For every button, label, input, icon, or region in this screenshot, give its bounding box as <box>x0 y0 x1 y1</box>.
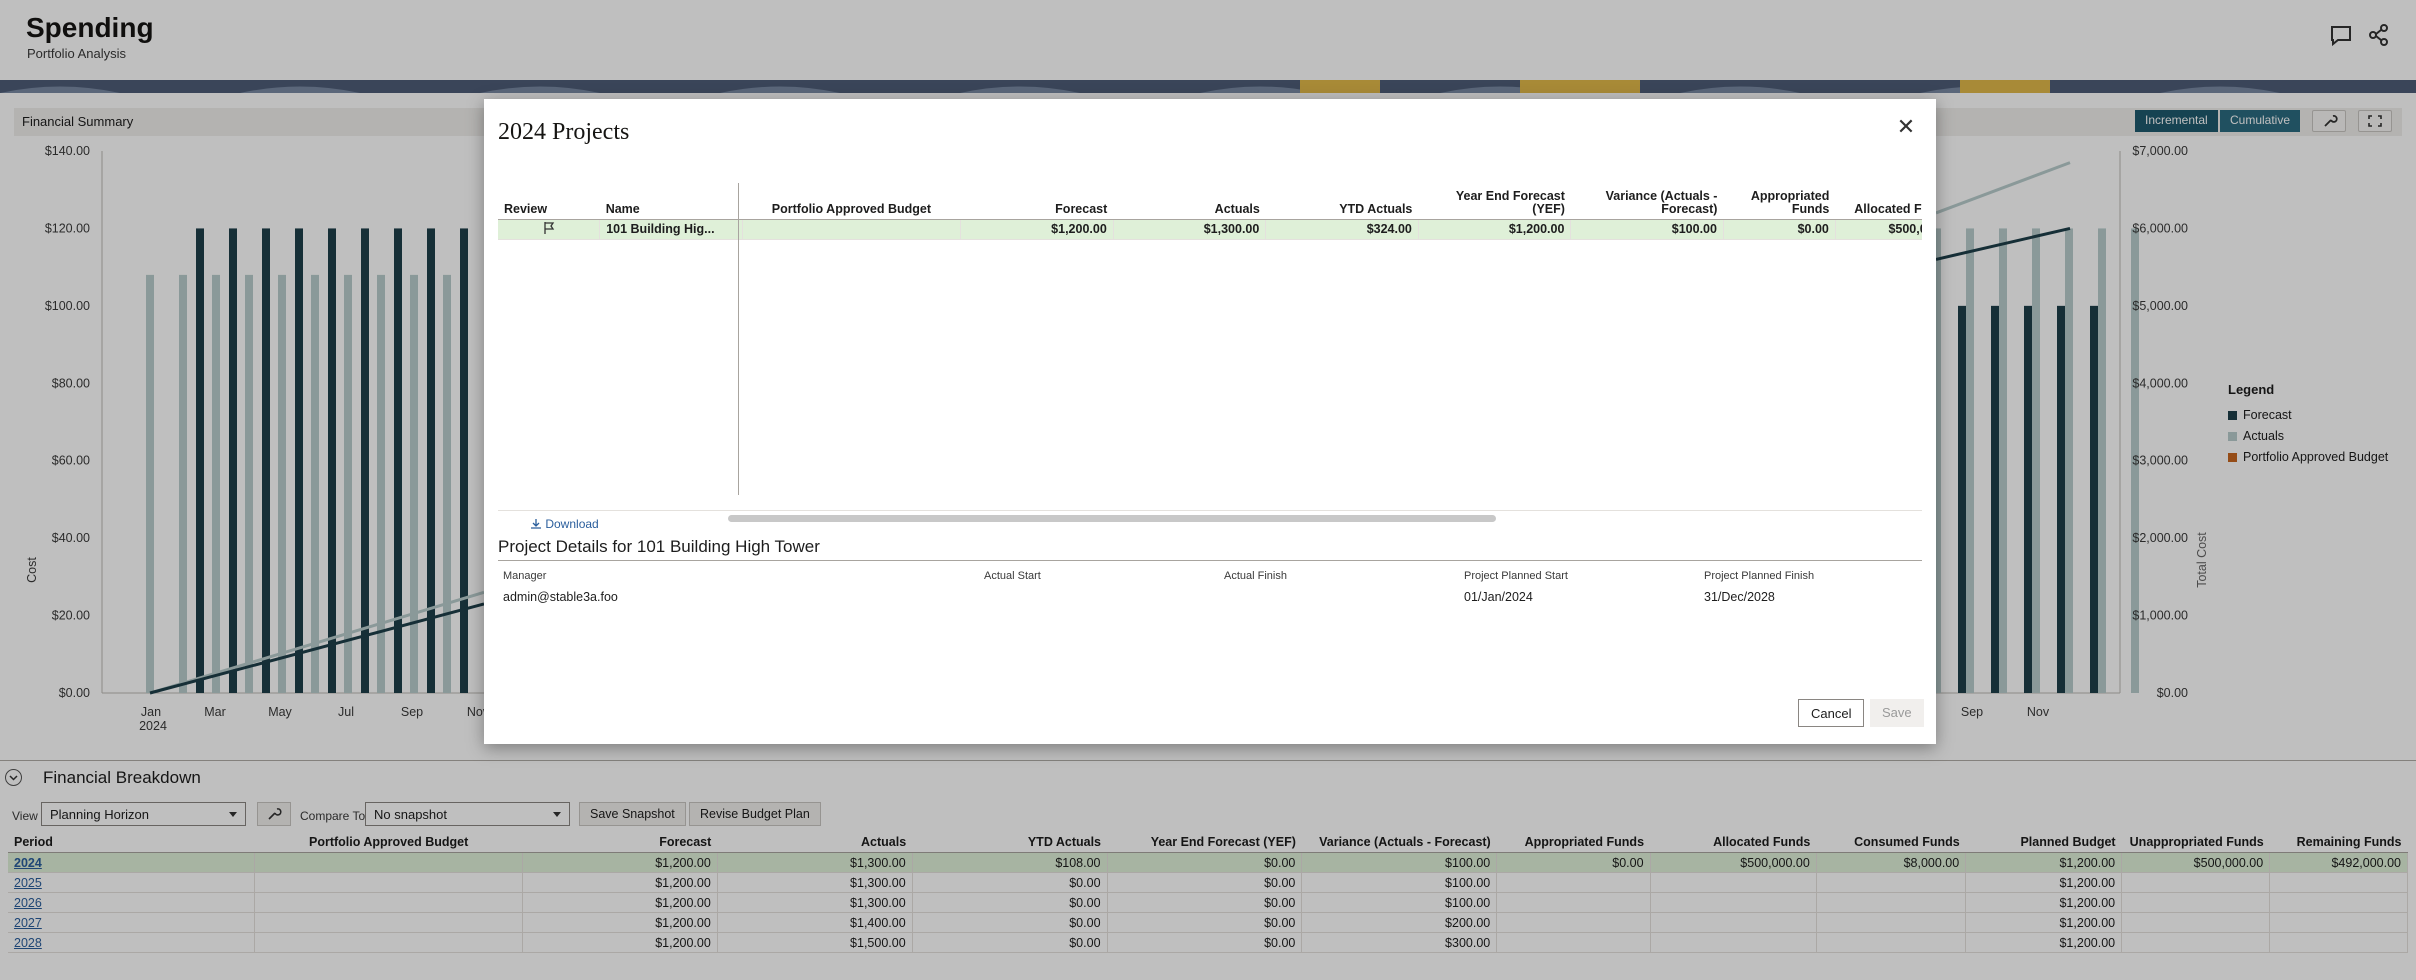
flag-icon[interactable] <box>542 221 556 238</box>
planned-start-value: 01/Jan/2024 <box>1464 590 1533 604</box>
projects-grid: Review Name Portfolio Approved Budget Forec… <box>498 183 1922 511</box>
manager-value: admin@stable3a.foo <box>503 590 618 604</box>
table-cell: $1,300.00 <box>1113 219 1267 240</box>
column-header[interactable]: Appropriated Funds <box>1723 183 1836 220</box>
cancel-button[interactable]: Cancel <box>1798 699 1865 727</box>
table-cell <box>742 219 962 240</box>
planned-start-label: Project Planned Start <box>1464 570 1568 582</box>
table-cell: $500,000.0 <box>1835 219 1922 240</box>
table-row[interactable]: 101 Building Hig... $1,200.00 $1,300.00 $32… <box>498 219 1922 240</box>
horizontal-scrollbar[interactable] <box>728 515 1496 522</box>
table-cell: 101 Building Hig... <box>599 219 743 240</box>
actual-finish-label: Actual Finish <box>1224 570 1287 582</box>
column-header[interactable]: Actuals <box>1113 183 1266 220</box>
frozen-column-divider <box>738 183 739 495</box>
projects-dialog: 2024 Projects ✕ Review Name Portfolio Appr… <box>484 99 1936 744</box>
planned-finish-value: 31/Dec/2028 <box>1704 590 1775 604</box>
column-header[interactable]: Portfolio Approved Budget <box>742 183 961 220</box>
project-details-title: Project Details for 101 Building High To… <box>498 537 820 556</box>
dialog-title: 2024 Projects <box>498 119 630 145</box>
column-header[interactable]: Name <box>599 183 743 220</box>
column-header[interactable]: Variance (Actuals - Forecast) <box>1570 183 1724 220</box>
close-icon[interactable]: ✕ <box>1894 115 1918 139</box>
table-cell <box>498 219 601 240</box>
actual-start-label: Actual Start <box>984 570 1041 582</box>
planned-finish-label: Project Planned Finish <box>1704 570 1815 582</box>
projects-table: Review Name Portfolio Approved Budget Forec… <box>498 183 1922 240</box>
table-cell: $0.00 <box>1723 219 1836 240</box>
table-cell: $1,200.00 <box>1418 219 1572 240</box>
details-divider <box>498 560 1922 561</box>
table-cell: $324.00 <box>1265 219 1419 240</box>
column-header[interactable]: YTD Actuals <box>1265 183 1419 220</box>
column-header[interactable]: Review <box>498 183 600 220</box>
download-icon <box>531 519 541 529</box>
save-button[interactable]: Save <box>1870 699 1924 727</box>
table-cell: $100.00 <box>1570 219 1724 240</box>
manager-label: Manager <box>503 570 547 582</box>
download-label: Download <box>545 517 599 531</box>
download-link[interactable]: Download <box>530 517 599 531</box>
column-header[interactable]: Forecast <box>960 183 1114 220</box>
page: Spending Portfolio Analysis Financial Su… <box>0 0 2416 980</box>
column-header[interactable]: Year End Forecast (YEF) <box>1418 183 1571 220</box>
column-header[interactable]: Allocated Funds <box>1835 183 1922 220</box>
table-cell: $1,200.00 <box>960 219 1114 240</box>
